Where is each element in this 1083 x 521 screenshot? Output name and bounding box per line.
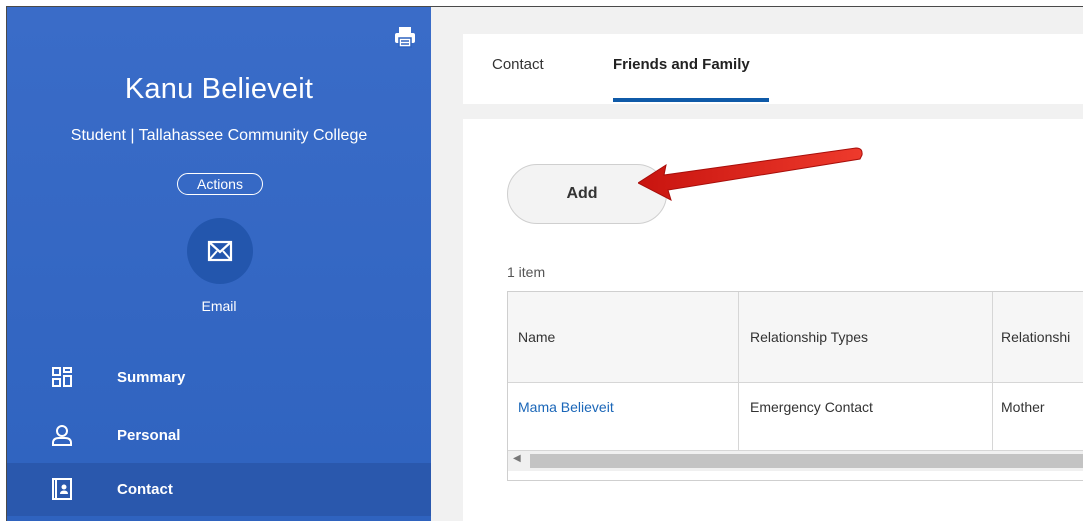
profile-sidebar: Kanu Believeit Student | Tallahassee Com… <box>7 7 431 521</box>
relationship-type-cell: Emergency Contact <box>750 399 873 415</box>
nav-item-personal[interactable]: Personal <box>7 409 431 462</box>
column-divider <box>738 292 739 450</box>
column-header-relationship[interactable]: Relationshi <box>1001 292 1070 382</box>
envelope-icon <box>207 240 233 262</box>
email-label: Email <box>201 298 237 314</box>
nav-item-summary[interactable]: Summary <box>7 351 431 404</box>
contact-name-link[interactable]: Mama Believeit <box>518 383 614 431</box>
profile-name: Kanu Believeit <box>124 73 314 105</box>
scroll-left-icon[interactable]: ◀ <box>513 453 521 464</box>
email-button[interactable] <box>187 218 253 284</box>
tab-contact[interactable]: Contact <box>492 34 544 104</box>
tab-bar: Contact Friends and Family <box>463 34 1083 104</box>
annotation-arrow-icon <box>638 147 863 201</box>
table-row: Mama Believeit Emergency Contact Mother <box>508 383 1083 451</box>
friends-family-panel: Add 1 item Name Relationship Types Relat… <box>463 119 1083 521</box>
scroll-thumb[interactable] <box>530 454 1083 468</box>
grid-icon <box>51 366 73 388</box>
nav-label-contact: Contact <box>117 481 173 498</box>
horizontal-scrollbar[interactable]: ◀ <box>508 451 1083 471</box>
item-count: 1 item <box>507 264 546 280</box>
table-header-row: Name Relationship Types Relationshi <box>508 292 1083 383</box>
relationship-cell: Mother <box>1001 399 1045 415</box>
nav-label-personal: Personal <box>117 427 181 444</box>
active-tab-indicator <box>613 98 769 102</box>
nav-item-contact[interactable]: Contact <box>7 463 431 516</box>
column-header-relationship-types[interactable]: Relationship Types <box>750 292 868 382</box>
print-icon[interactable] <box>393 25 417 49</box>
relationships-table: Name Relationship Types Relationshi Mama… <box>507 291 1083 481</box>
column-header-name[interactable]: Name <box>518 292 555 382</box>
contact-book-icon <box>51 478 73 500</box>
profile-subtitle: Student | Tallahassee Community College <box>70 127 368 144</box>
tab-friends-and-family[interactable]: Friends and Family <box>613 34 750 104</box>
person-icon <box>51 424 73 446</box>
nav-label-summary: Summary <box>117 369 186 386</box>
column-divider <box>992 292 993 450</box>
actions-button[interactable]: Actions <box>177 173 263 195</box>
app-window: Kanu Believeit Student | Tallahassee Com… <box>6 6 1083 521</box>
